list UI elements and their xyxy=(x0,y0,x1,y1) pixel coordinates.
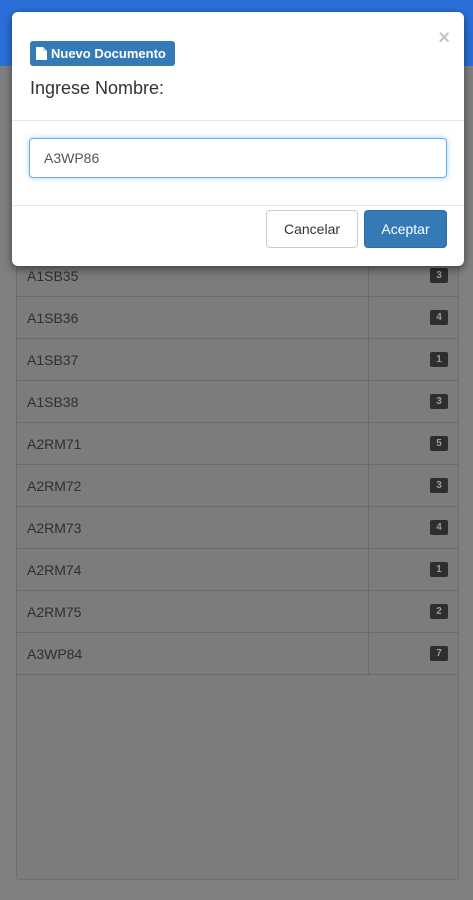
new-document-label: Nuevo Documento xyxy=(30,41,175,66)
close-icon[interactable]: × xyxy=(438,28,450,48)
cancel-button[interactable]: Cancelar xyxy=(266,210,358,248)
dialog-title: Ingrese Nombre: xyxy=(30,78,165,98)
document-icon xyxy=(36,47,47,60)
document-name-input[interactable] xyxy=(29,138,447,178)
dialog-header: Nuevo Documento Ingrese Nombre: × xyxy=(12,12,464,121)
new-document-label-text: Nuevo Documento xyxy=(51,46,166,61)
new-document-dialog: Nuevo Documento Ingrese Nombre: × Cancel… xyxy=(12,12,464,266)
dialog-body xyxy=(12,121,464,206)
accept-button[interactable]: Aceptar xyxy=(364,210,447,248)
